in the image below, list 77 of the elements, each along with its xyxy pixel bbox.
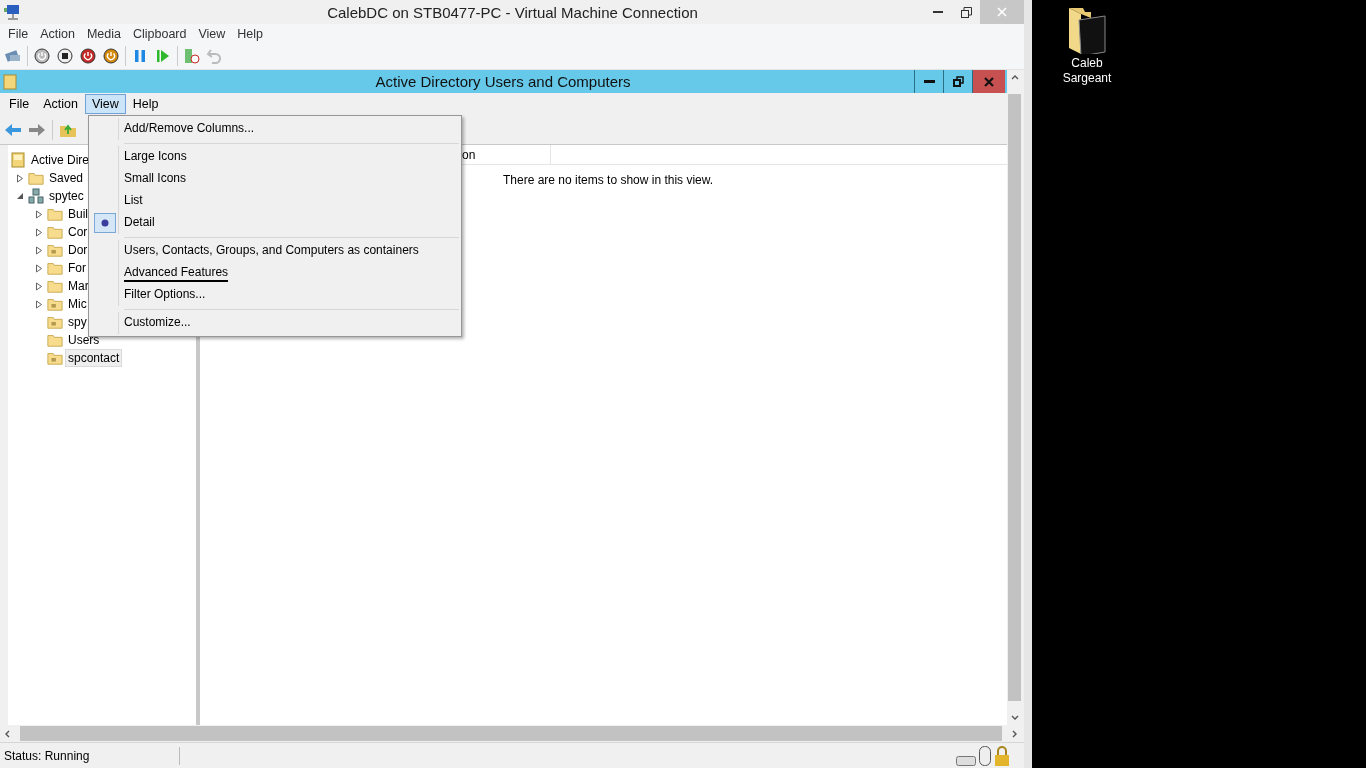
- collapsed-arrow-icon[interactable]: [35, 299, 43, 309]
- book-icon: [10, 152, 26, 168]
- collapsed-arrow-icon[interactable]: [35, 263, 43, 273]
- menu-item[interactable]: View: [192, 26, 232, 41]
- window-title: Active Directory Users and Computers: [374, 73, 632, 90]
- menu-item[interactable]: View: [84, 94, 126, 114]
- tree-item[interactable]: Mar: [65, 277, 92, 295]
- lock-icon: [994, 745, 1010, 766]
- folder-icon: [47, 224, 63, 240]
- folder-icon: [47, 314, 63, 330]
- menu-item[interactable]: List: [124, 192, 143, 210]
- folder-label[interactable]: Caleb Sargeant: [1058, 56, 1116, 86]
- menu-item[interactable]: Detail: [124, 214, 155, 232]
- collapsed-arrow-icon[interactable]: [35, 209, 43, 219]
- collapsed-arrow-icon[interactable]: [16, 173, 24, 183]
- collapsed-arrow-icon[interactable]: [35, 281, 43, 291]
- menu-item[interactable]: Users, Contacts, Groups, and Computers as containers: [124, 242, 419, 260]
- menu-item[interactable]: Clipboard: [126, 26, 193, 41]
- folder-icon: [47, 296, 63, 312]
- back-arrow-icon[interactable]: [4, 122, 22, 137]
- window-title: CalebDC on STB0477-PC - Virtual Machine Connection: [326, 3, 699, 21]
- stop-icon[interactable]: [56, 47, 74, 65]
- restore-icon: [960, 6, 972, 18]
- tree-item[interactable]: Users: [65, 331, 103, 349]
- menu-item[interactable]: Customize...: [124, 314, 191, 332]
- scroll-left-icon[interactable]: [4, 729, 10, 738]
- tree-item[interactable]: Dor: [65, 241, 91, 259]
- checkpoint-icon[interactable]: [183, 47, 201, 65]
- scroll-down-icon[interactable]: [1010, 715, 1019, 721]
- close-icon: [984, 76, 994, 87]
- tree-item[interactable]: Mic: [65, 295, 90, 313]
- empty-message: There are no items to show in this view.: [503, 173, 714, 187]
- tree-item[interactable]: Saved: [46, 169, 87, 187]
- computer-icon: [3, 3, 21, 21]
- menu-item[interactable]: Action: [34, 26, 81, 41]
- expanded-arrow-icon[interactable]: [16, 191, 24, 201]
- forward-arrow-icon[interactable]: [28, 122, 46, 137]
- tree-item[interactable]: For: [65, 259, 89, 277]
- menu-item[interactable]: Action: [36, 94, 85, 114]
- menu-item[interactable]: Media: [80, 26, 127, 41]
- menu-item[interactable]: Advanced Features: [124, 264, 229, 282]
- status-text: Status: Running: [0, 746, 180, 765]
- folder-icon: [47, 206, 63, 222]
- menu-item[interactable]: Large Icons: [124, 148, 187, 166]
- menu-item[interactable]: Help: [231, 26, 270, 41]
- menu-item[interactable]: Add/Remove Columns...: [124, 120, 255, 138]
- tree-item[interactable]: spcontact: [65, 349, 123, 367]
- power-icon[interactable]: [79, 47, 97, 65]
- tree-item[interactable]: spytec: [46, 187, 87, 205]
- close-icon: [997, 7, 1007, 17]
- folder-icon: [28, 170, 44, 186]
- scroll-right-icon[interactable]: [1012, 729, 1018, 738]
- collapsed-arrow-icon[interactable]: [35, 227, 43, 237]
- tree-item[interactable]: spy: [65, 313, 90, 331]
- tree-item[interactable]: Active Dire: [28, 151, 92, 169]
- menu-item[interactable]: Filter Options...: [124, 286, 206, 304]
- power-icon[interactable]: [102, 47, 120, 65]
- menu-item[interactable]: File: [2, 94, 37, 114]
- scroll-up-icon[interactable]: [1010, 74, 1019, 80]
- menu-item[interactable]: Help: [125, 94, 166, 114]
- tree-item[interactable]: Cor: [65, 223, 91, 241]
- book-icon: [3, 73, 17, 90]
- minimize-icon: [923, 80, 935, 83]
- folder-icon: [47, 242, 63, 258]
- folder-icon: [47, 278, 63, 294]
- folder-icon[interactable]: [1067, 6, 1107, 54]
- collapsed-arrow-icon[interactable]: [35, 245, 43, 255]
- folder-icon: [47, 350, 63, 366]
- keyboard-icon[interactable]: [4, 47, 22, 65]
- menu-item[interactable]: Small Icons: [124, 170, 187, 188]
- folder-icon: [47, 332, 63, 348]
- domain-icon: [28, 188, 44, 204]
- menu-item[interactable]: File: [2, 26, 35, 41]
- restore-icon: [952, 76, 964, 87]
- minimize-icon: [933, 10, 943, 14]
- folder-icon: [47, 260, 63, 276]
- close-button[interactable]: [972, 70, 1005, 93]
